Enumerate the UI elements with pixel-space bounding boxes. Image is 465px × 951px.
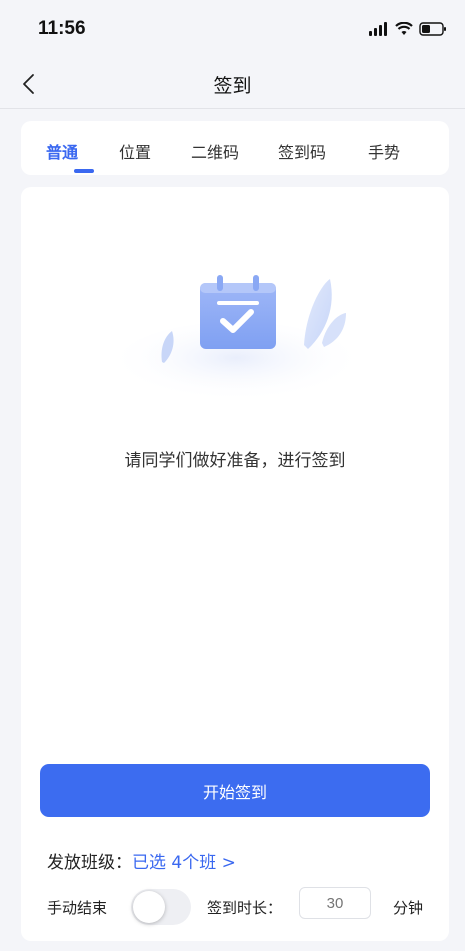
class-selector-row: 发放班级：已选 4个班 >	[47, 848, 236, 873]
nav-bar: 签到	[0, 60, 465, 109]
tab-location[interactable]: 位置	[119, 139, 151, 163]
wifi-icon	[395, 22, 413, 35]
duration-label: 签到时长：	[207, 899, 283, 917]
class-selector-link[interactable]: 已选 4个班 >	[132, 853, 236, 873]
duration-input[interactable]	[299, 887, 371, 919]
battery-icon	[419, 22, 446, 36]
tab-signin-code[interactable]: 签到码	[278, 139, 326, 163]
duration-unit: 分钟	[393, 899, 424, 917]
ready-prompt: 请同学们做好准备，进行签到	[124, 451, 346, 471]
manual-end-label: 手动结束	[47, 899, 108, 917]
status-icons	[369, 22, 447, 36]
signal-icon	[369, 22, 387, 36]
tab-qrcode[interactable]: 二维码	[191, 139, 239, 163]
class-label: 发放班级：	[47, 853, 132, 873]
toggle-knob	[133, 891, 165, 923]
status-bar: 11:56	[0, 0, 465, 60]
tab-normal[interactable]: 普通	[46, 139, 78, 163]
main-card: 请同学们做好准备，进行签到 开始签到 发放班级：已选 4个班 > 手动结束 签到…	[21, 187, 449, 941]
status-time: 11:56	[38, 18, 86, 39]
calendar-check-illustration	[118, 275, 354, 402]
tab-gesture[interactable]: 手势	[368, 139, 400, 163]
start-signin-button[interactable]: 开始签到	[40, 764, 430, 817]
options-row: 手动结束 签到时长： 分钟	[47, 887, 437, 927]
page-title: 签到	[213, 75, 252, 97]
tab-active-indicator	[74, 169, 94, 173]
tab-bar: 普通 位置 二维码 签到码 手势	[21, 121, 449, 175]
manual-end-toggle[interactable]	[131, 889, 191, 925]
